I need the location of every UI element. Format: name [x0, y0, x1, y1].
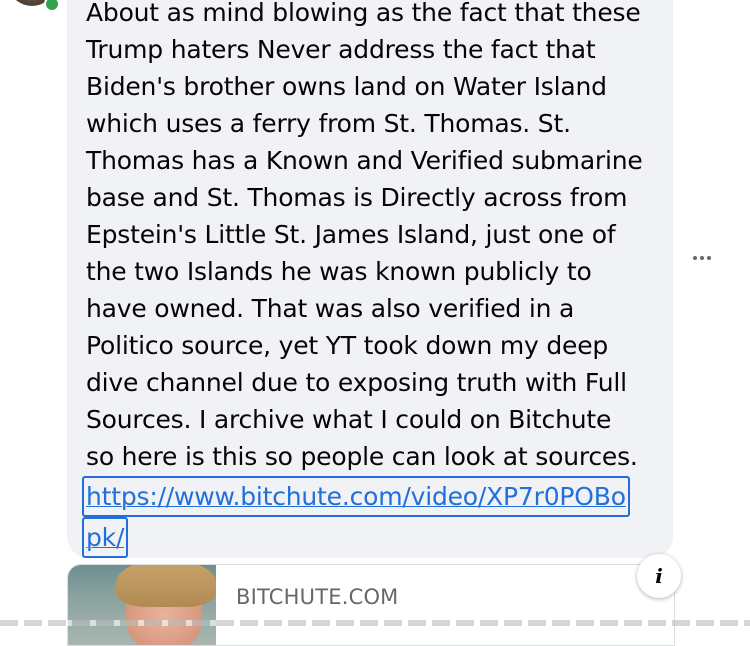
link-preview-domain: BITCHUTE.COM	[236, 585, 399, 609]
comment-link-line-2[interactable]: pk/	[82, 517, 129, 558]
comment-body: About as mind blowing as the fact that t…	[86, 0, 643, 471]
comment-link[interactable]: https://www.bitchute.com/video/XP7r0POBo…	[82, 476, 650, 558]
link-preview-card[interactable]: BITCHUTE.COM	[67, 564, 675, 646]
info-icon[interactable]: i	[637, 554, 681, 598]
cropped-bottom-edge	[0, 620, 750, 626]
link-preview-thumbnail[interactable]	[68, 565, 216, 645]
more-horizontal-icon	[707, 256, 711, 260]
more-horizontal-icon	[700, 256, 704, 260]
more-horizontal-icon	[693, 256, 697, 260]
comment-link-line-1[interactable]: https://www.bitchute.com/video/XP7r0POBo	[82, 476, 630, 517]
thumbnail-hair	[116, 565, 216, 607]
comment-options-button[interactable]	[688, 246, 716, 270]
online-status-indicator	[44, 0, 60, 12]
